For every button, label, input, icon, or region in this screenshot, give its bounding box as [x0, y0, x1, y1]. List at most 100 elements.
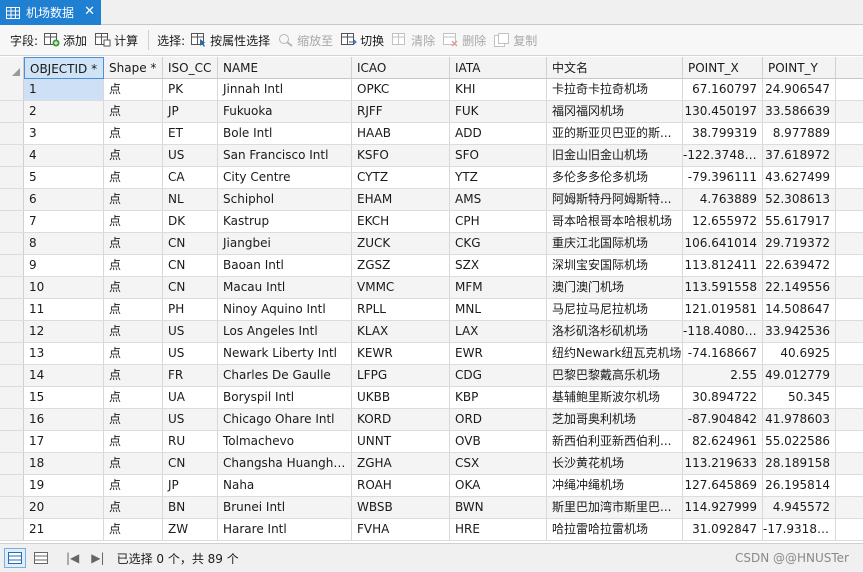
- cell-icao[interactable]: VMMC: [352, 277, 450, 298]
- cell-chinese-name[interactable]: 深圳宝安国际机场: [547, 255, 683, 276]
- column-header-iso-cc[interactable]: ISO_CC: [163, 57, 218, 79]
- cell-point-x[interactable]: 113.591558: [683, 277, 763, 298]
- table-row[interactable]: 4 点 US San Francisco Intl KSFO SFO 旧金山旧金山机场 -12…: [0, 145, 863, 167]
- cell-objectid[interactable]: 7: [24, 211, 104, 232]
- cell-objectid[interactable]: 10: [24, 277, 104, 298]
- cell-chinese-name[interactable]: 重庆江北国际机场: [547, 233, 683, 254]
- cell-shape[interactable]: 点: [104, 277, 163, 298]
- row-header[interactable]: [0, 123, 24, 144]
- row-header[interactable]: [0, 431, 24, 452]
- cell-point-x[interactable]: 2.55: [683, 365, 763, 386]
- cell-iso-cc[interactable]: JP: [163, 101, 218, 122]
- cell-chinese-name[interactable]: 多伦多多伦多机场: [547, 167, 683, 188]
- cell-icao[interactable]: RPLL: [352, 299, 450, 320]
- cell-chinese-name[interactable]: 巴黎巴黎戴高乐机场: [547, 365, 683, 386]
- cell-iso-cc[interactable]: PH: [163, 299, 218, 320]
- cell-name[interactable]: Tolmachevo: [218, 431, 352, 452]
- cell-iso-cc[interactable]: CN: [163, 277, 218, 298]
- cell-shape[interactable]: 点: [104, 453, 163, 474]
- table-row[interactable]: 12 点 US Los Angeles Intl KLAX LAX 洛杉矶洛杉矶机场 -118…: [0, 321, 863, 343]
- cell-point-y[interactable]: 40.6925: [763, 343, 836, 364]
- cell-iata[interactable]: EWR: [450, 343, 547, 364]
- cell-name[interactable]: Changsha Huanghu...: [218, 453, 352, 474]
- cell-point-y[interactable]: 8.977889: [763, 123, 836, 144]
- cell-shape[interactable]: 点: [104, 79, 163, 100]
- cell-chinese-name[interactable]: 芝加哥奥利机场: [547, 409, 683, 430]
- cell-objectid[interactable]: 13: [24, 343, 104, 364]
- cell-icao[interactable]: KORD: [352, 409, 450, 430]
- cell-shape[interactable]: 点: [104, 233, 163, 254]
- cell-point-x[interactable]: -122.374889: [683, 145, 763, 166]
- show-all-records-icon[interactable]: [4, 548, 26, 568]
- cell-point-x[interactable]: 4.763889: [683, 189, 763, 210]
- cell-iata[interactable]: KHI: [450, 79, 547, 100]
- cell-objectid[interactable]: 14: [24, 365, 104, 386]
- cell-objectid[interactable]: 20: [24, 497, 104, 518]
- cell-iso-cc[interactable]: US: [163, 321, 218, 342]
- cell-name[interactable]: Ninoy Aquino Intl: [218, 299, 352, 320]
- cell-shape[interactable]: 点: [104, 387, 163, 408]
- column-header-chinese-name[interactable]: 中文名: [547, 57, 683, 79]
- cell-icao[interactable]: ZGSZ: [352, 255, 450, 276]
- cell-iata[interactable]: CKG: [450, 233, 547, 254]
- cell-iso-cc[interactable]: US: [163, 409, 218, 430]
- column-header-name[interactable]: NAME: [218, 57, 352, 79]
- cell-iso-cc[interactable]: BN: [163, 497, 218, 518]
- cell-name[interactable]: Jiangbei: [218, 233, 352, 254]
- show-selected-records-icon[interactable]: [30, 548, 52, 568]
- table-row[interactable]: 14 点 FR Charles De Gaulle LFPG CDG 巴黎巴黎戴高乐机场 2.…: [0, 365, 863, 387]
- cell-name[interactable]: Kastrup: [218, 211, 352, 232]
- row-header[interactable]: [0, 365, 24, 386]
- cell-point-x[interactable]: 127.645869: [683, 475, 763, 496]
- cell-iata[interactable]: FUK: [450, 101, 547, 122]
- cell-shape[interactable]: 点: [104, 145, 163, 166]
- cell-objectid[interactable]: 17: [24, 431, 104, 452]
- cell-shape[interactable]: 点: [104, 211, 163, 232]
- cell-icao[interactable]: KLAX: [352, 321, 450, 342]
- cell-iata[interactable]: YTZ: [450, 167, 547, 188]
- cell-point-y[interactable]: 4.945572: [763, 497, 836, 518]
- cell-point-y[interactable]: 55.022586: [763, 431, 836, 452]
- cell-shape[interactable]: 点: [104, 123, 163, 144]
- cell-point-y[interactable]: 37.618972: [763, 145, 836, 166]
- cell-point-y[interactable]: 28.189158: [763, 453, 836, 474]
- cell-iso-cc[interactable]: CN: [163, 233, 218, 254]
- cell-shape[interactable]: 点: [104, 167, 163, 188]
- cell-point-x[interactable]: -79.396111: [683, 167, 763, 188]
- switch-selection-button[interactable]: 切换: [337, 29, 388, 51]
- table-row[interactable]: 3 点 ET Bole Intl HAAB ADD 亚的斯亚贝巴亚的斯... 38.79931…: [0, 123, 863, 145]
- cell-iso-cc[interactable]: UA: [163, 387, 218, 408]
- table-row[interactable]: 1 点 PK Jinnah Intl OPKC KHI 卡拉奇卡拉奇机场 67.160797 2…: [0, 79, 863, 101]
- table-row[interactable]: 17 点 RU Tolmachevo UNNT OVB 新西伯利亚新西伯利... 82.624…: [0, 431, 863, 453]
- cell-name[interactable]: Harare Intl: [218, 519, 352, 540]
- cell-icao[interactable]: LFPG: [352, 365, 450, 386]
- cell-point-y[interactable]: 41.978603: [763, 409, 836, 430]
- cell-iso-cc[interactable]: DK: [163, 211, 218, 232]
- cell-chinese-name[interactable]: 亚的斯亚贝巴亚的斯...: [547, 123, 683, 144]
- cell-icao[interactable]: OPKC: [352, 79, 450, 100]
- cell-point-x[interactable]: 106.641014: [683, 233, 763, 254]
- table-row[interactable]: 11 点 PH Ninoy Aquino Intl RPLL MNL 马尼拉马尼拉机场 121…: [0, 299, 863, 321]
- cell-point-y[interactable]: 52.308613: [763, 189, 836, 210]
- cell-iata[interactable]: LAX: [450, 321, 547, 342]
- row-header[interactable]: [0, 233, 24, 254]
- cell-icao[interactable]: HAAB: [352, 123, 450, 144]
- table-row[interactable]: 10 点 CN Macau Intl VMMC MFM 澳门澳门机场 113.591558 22…: [0, 277, 863, 299]
- row-header[interactable]: [0, 475, 24, 496]
- column-header-point-x[interactable]: POINT_X: [683, 57, 763, 79]
- cell-name[interactable]: Schiphol: [218, 189, 352, 210]
- cell-point-y[interactable]: 26.195814: [763, 475, 836, 496]
- row-header[interactable]: [0, 343, 24, 364]
- cell-icao[interactable]: EKCH: [352, 211, 450, 232]
- cell-chinese-name[interactable]: 纽约Newark纽瓦克机场: [547, 343, 683, 364]
- cell-objectid[interactable]: 3: [24, 123, 104, 144]
- cell-name[interactable]: Los Angeles Intl: [218, 321, 352, 342]
- cell-point-x[interactable]: 121.019581: [683, 299, 763, 320]
- cell-name[interactable]: Fukuoka: [218, 101, 352, 122]
- cell-point-y[interactable]: 22.639472: [763, 255, 836, 276]
- cell-objectid[interactable]: 8: [24, 233, 104, 254]
- cell-iso-cc[interactable]: US: [163, 343, 218, 364]
- table-row[interactable]: 15 点 UA Boryspil Intl UKBB KBP 基辅鲍里斯波尔机场 30.894…: [0, 387, 863, 409]
- cell-iso-cc[interactable]: CN: [163, 453, 218, 474]
- cell-point-x[interactable]: 31.092847: [683, 519, 763, 540]
